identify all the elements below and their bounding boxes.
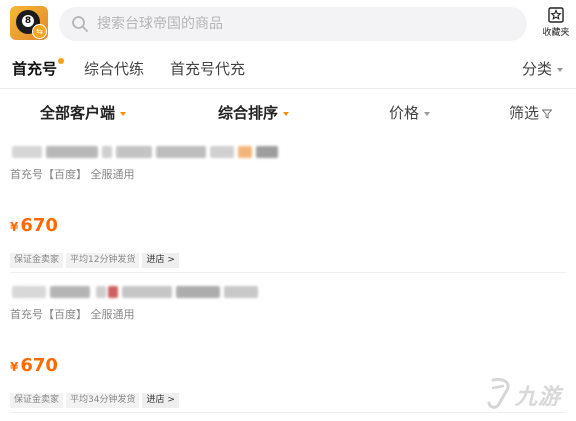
ship-time-tag: 平均12分钟发货 [66, 253, 140, 268]
listing-price: ¥670 [10, 355, 58, 376]
favorites-label: 收藏夹 [542, 28, 570, 38]
sort-filter-label: 综合排序 [218, 104, 279, 122]
listing-title-blurred [10, 283, 260, 299]
search-placeholder: 搜索台球帝国的商品 [97, 16, 223, 32]
divider [0, 88, 576, 89]
chevron-down-icon [283, 111, 290, 116]
listing-divider [10, 412, 566, 413]
category-dropdown[interactable]: 分类 [522, 58, 564, 79]
listing-divider [10, 272, 566, 273]
currency-symbol: ¥ [10, 360, 19, 374]
ball-number: 8 [22, 15, 34, 27]
filter-button[interactable]: 筛选 [509, 102, 553, 123]
chevron-down-icon [424, 111, 431, 116]
tab-label: 首充号 [12, 60, 58, 78]
filter-label: 筛选 [509, 104, 540, 122]
watermark: 九游 [485, 374, 573, 416]
switch-badge-icon: ⇆ [32, 24, 47, 39]
watermark-text: 九游 [515, 385, 562, 410]
deposit-tag: 保证金卖家 [10, 253, 64, 268]
price-filter-label: 价格 [389, 104, 420, 122]
j-logo-icon [487, 378, 510, 409]
tab-recharge[interactable]: 首充号代充 [170, 58, 245, 79]
search-bar[interactable]: 搜索台球帝国的商品 [59, 7, 527, 41]
ship-time-tag: 平均34分钟发货 [66, 393, 140, 408]
sort-filter[interactable]: 综合排序 [218, 102, 290, 123]
price-value: 670 [20, 355, 58, 376]
listing-tags: 保证金卖家 平均12分钟发货 进店 > [10, 247, 179, 268]
listing-tags: 保证金卖家 平均34分钟发货 进店 > [10, 387, 179, 408]
favorites-button[interactable]: 收藏夹 [536, 6, 576, 46]
deposit-tag: 保证金卖家 [10, 393, 64, 408]
client-filter[interactable]: 全部客户端 [40, 102, 127, 123]
category-label: 分类 [522, 60, 553, 78]
currency-symbol: ¥ [10, 220, 19, 234]
enter-store-button[interactable]: 进店 > [142, 393, 179, 408]
tab-leveling[interactable]: 综合代练 [84, 58, 144, 79]
tab-label: 综合代练 [84, 60, 145, 78]
funnel-icon [542, 109, 553, 119]
tab-first-charge[interactable]: 首充号 [12, 58, 65, 79]
search-icon [72, 16, 88, 32]
filter-bar: 全部客户端 综合排序 价格 筛选 [0, 96, 576, 130]
chevron-down-icon [120, 111, 127, 116]
app-icon[interactable]: 8 ⇆ [10, 6, 48, 40]
price-value: 670 [20, 215, 58, 236]
top-bar: 8 ⇆ 搜索台球帝国的商品 收藏夹 [0, 0, 576, 50]
favorites-icon [548, 7, 564, 23]
listing-subtitle: 首充号【百度】 全服通用 [10, 308, 135, 321]
price-filter[interactable]: 价格 [389, 102, 431, 123]
tab-label: 首充号代充 [170, 60, 246, 78]
chevron-down-icon [557, 67, 564, 72]
listing-subtitle: 首充号【百度】 全服通用 [10, 168, 135, 181]
category-tabs: 首充号 综合代练 首充号代充 分类 [0, 52, 576, 86]
enter-store-button[interactable]: 进店 > [142, 253, 179, 268]
listing-title-blurred [10, 143, 280, 159]
listing-price: ¥670 [10, 215, 58, 236]
tab-indicator-dot [58, 58, 65, 64]
client-filter-label: 全部客户端 [40, 104, 116, 122]
